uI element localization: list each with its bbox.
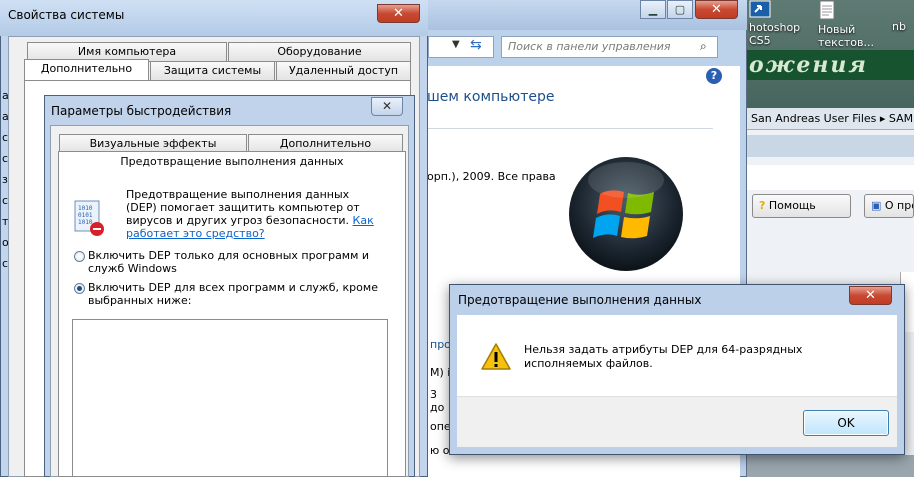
tab-remote[interactable]: Удаленный доступ — [276, 61, 411, 81]
left-edge-fragments: а а с с з с т о с — [2, 85, 9, 274]
desktop-icon-partial[interactable]: nb — [892, 20, 914, 33]
radio-label: Включить DEP для всех программ и служб, … — [88, 281, 378, 307]
svg-text:0101: 0101 — [78, 212, 93, 219]
refresh-icon[interactable]: ⇆ — [470, 37, 482, 53]
edge-letter: а — [2, 89, 9, 102]
window-title: Свойства системы — [8, 8, 125, 22]
edge-letter: с — [2, 152, 9, 165]
radio-dep-all[interactable] — [74, 283, 85, 294]
dep-exceptions-list[interactable] — [72, 319, 388, 477]
close-icon: ✕ — [711, 2, 722, 17]
help-button[interactable]: ? Помощь — [752, 194, 851, 218]
help-button-label: Помощь — [768, 199, 816, 212]
edge-letter: с — [2, 257, 9, 270]
ok-button[interactable]: OK — [803, 410, 889, 436]
minimize-button[interactable]: ▁ — [640, 0, 666, 19]
edge-letter: а — [2, 110, 9, 123]
desktop-icon-label: hotoshop — [749, 21, 801, 34]
desktop-icon-label: Новый — [818, 23, 856, 36]
window-title: Предотвращение выполнения данных — [458, 293, 702, 307]
sa-button-row — [745, 165, 914, 190]
close-button[interactable]: ✕ — [849, 286, 892, 305]
maximize-icon: ▢ — [674, 3, 686, 16]
shortcut-icon — [749, 0, 771, 18]
window-title: Параметры быстродействия — [51, 104, 232, 118]
copyright-text: орп.), 2009. Все права — [427, 170, 556, 183]
desktop-icon-photoshop[interactable]: hotoshop CS5 — [749, 0, 801, 47]
svg-text:1010: 1010 — [78, 205, 93, 212]
sa-toolbar-strip — [745, 135, 914, 157]
warning-icon — [481, 343, 511, 370]
svg-text:1010: 1010 — [78, 219, 93, 226]
maximize-button[interactable]: ▢ — [667, 0, 693, 19]
windows-logo-icon — [569, 157, 683, 271]
edge-letter: о — [2, 236, 9, 249]
alert-message: Нельзя задать атрибуты DEP для 64-разряд… — [524, 343, 803, 370]
tab-system-protection[interactable]: Защита системы — [150, 61, 275, 81]
dep-shield-icon: 1010 0101 1010 — [74, 200, 104, 236]
dep-description-text: Предотвращение выполнения данных (DEP) п… — [126, 188, 360, 227]
close-button[interactable]: ✕ — [371, 97, 403, 116]
minimize-icon: ▁ — [648, 3, 658, 16]
radio-label: Включить DEP только для основных програм… — [88, 249, 370, 275]
info-icon: ▣ — [871, 199, 882, 212]
close-icon: ✕ — [381, 99, 393, 113]
close-button[interactable]: ✕ — [695, 0, 738, 19]
edge-letter: с — [2, 194, 9, 207]
site-banner: ожения — [745, 50, 914, 80]
desktop-icon-label: CS5 — [749, 34, 771, 47]
help-icon: ? — [759, 199, 766, 212]
edge-letter: с — [2, 131, 9, 144]
help-icon[interactable]: ? — [706, 68, 722, 84]
close-button[interactable]: ✕ — [377, 4, 420, 23]
tab-advanced[interactable]: Дополнительно — [24, 59, 149, 80]
edge-letter: з — [2, 173, 8, 186]
text-file-icon — [819, 0, 835, 20]
close-icon: ✕ — [865, 288, 876, 303]
desktop-bottom-area — [745, 455, 914, 477]
chevron-down-icon[interactable]: ▼ — [452, 39, 460, 50]
system-heading: шем компьютере — [427, 89, 555, 105]
desktop-icon-new-text[interactable]: Новый текстов... — [818, 0, 874, 49]
about-button[interactable]: ▣ О прогр — [864, 194, 914, 218]
search-icon[interactable]: ⌕ — [700, 39, 707, 54]
sa-breadcrumb[interactable]: San Andreas User Files ▸ SAM — [745, 108, 914, 130]
radio-dep-essential[interactable] — [74, 251, 85, 262]
separator — [427, 128, 713, 129]
tab-dep[interactable]: Предотвращение выполнения данных — [58, 155, 406, 168]
edge-letter: т — [2, 215, 9, 228]
tab-hardware[interactable]: Оборудование — [228, 42, 411, 62]
address-bar[interactable] — [428, 36, 494, 58]
dep-description: Предотвращение выполнения данных (DEP) п… — [126, 188, 381, 240]
desktop-icon-label: nb — [892, 20, 906, 33]
desktop-icon-label: текстов... — [818, 36, 874, 49]
search-input[interactable]: Поиск в панели управления — [501, 36, 718, 58]
about-button-label: О прогр — [884, 199, 913, 212]
close-icon: ✕ — [393, 6, 404, 21]
